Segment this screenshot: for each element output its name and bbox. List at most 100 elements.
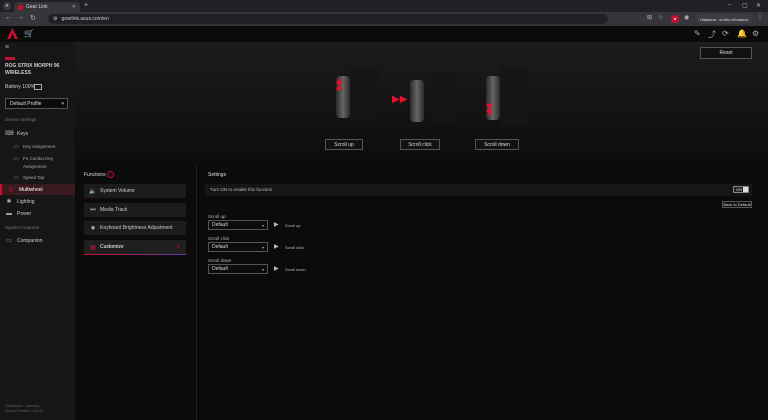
sidebar-item-multiwheel[interactable]: ◎ Multiwheel bbox=[0, 184, 77, 195]
device-name: ROG STRIX MORPH 96 WIRELESS bbox=[5, 63, 60, 76]
wheel-click-graphic bbox=[410, 80, 424, 122]
scroll-click-button[interactable]: Scroll click bbox=[400, 139, 440, 150]
function-label: System Volume bbox=[100, 188, 135, 194]
scroll-up-arrow-icon: ▲ ▲ bbox=[334, 75, 345, 93]
settings-sync-icon[interactable]: ⟳ bbox=[722, 29, 729, 38]
profile-select[interactable]: Default Profile ▾ bbox=[5, 98, 68, 109]
function-system-volume[interactable]: 🔈 System Volume bbox=[84, 184, 186, 198]
select-value: Default bbox=[212, 266, 228, 272]
notification-bell-icon[interactable]: 🔔 bbox=[737, 29, 747, 38]
battery-icon bbox=[34, 84, 42, 90]
sidebar-item-key-assignment[interactable]: ▭ Key Assignment bbox=[0, 144, 75, 150]
forward-icon[interactable]: → bbox=[17, 14, 24, 21]
tab-search-icon[interactable]: ▾ bbox=[3, 2, 11, 10]
customize-icon: ▦ bbox=[90, 244, 96, 251]
collapse-menu-icon[interactable]: ≡ bbox=[5, 44, 9, 51]
chevron-down-icon: ▾ bbox=[261, 244, 264, 250]
app-header: 🛒 ✎ ⤴ ⟳ 🔔 ⚙ bbox=[0, 26, 768, 43]
key-icon: ▭ bbox=[14, 144, 19, 150]
tab-close-icon[interactable]: ✕ bbox=[72, 4, 76, 10]
device-settings-heading: Device Settings bbox=[5, 117, 37, 122]
tab-title: Gear Link bbox=[26, 4, 48, 10]
share-icon[interactable]: ⤴ bbox=[708, 29, 716, 40]
enable-toggle[interactable]: ON bbox=[733, 186, 749, 193]
scroll-down-arrow-icon: ▼ ▼ bbox=[484, 101, 495, 119]
update-button[interactable]: Нажмите, чтобы обновить bbox=[696, 14, 752, 24]
enable-row bbox=[205, 184, 752, 196]
minimize-icon[interactable]: – bbox=[728, 2, 731, 8]
play-icon: ▶ bbox=[274, 266, 279, 272]
sidebar-item-companion[interactable]: ▭ Companion bbox=[0, 235, 75, 246]
sidebar-item-label: Companion bbox=[17, 237, 43, 244]
chevron-down-icon: ▾ bbox=[61, 100, 64, 107]
play-icon: ▶ bbox=[274, 244, 279, 250]
close-window-icon[interactable]: ✕ bbox=[756, 2, 761, 9]
scroll-click-action: Scroll click bbox=[285, 245, 304, 250]
address-bar[interactable]: ⚙ gearlink.asus.com/en bbox=[48, 14, 608, 24]
function-media-track[interactable]: ⏭ Media Track bbox=[84, 203, 186, 217]
rog-device-logo-icon bbox=[5, 57, 15, 60]
scroll-up-select[interactable]: Default ▾ bbox=[208, 220, 268, 230]
sidebar-footer: Companion · Armoury... Current Version: … bbox=[5, 404, 43, 414]
sidebar-item-lighting[interactable]: ✱ Lighting bbox=[0, 196, 75, 207]
url-text: gearlink.asus.com/en bbox=[61, 16, 109, 22]
back-to-default-button[interactable]: Back to Default bbox=[722, 201, 752, 208]
keyboard-icon: ⌨ bbox=[5, 131, 14, 137]
new-tab-icon[interactable]: + bbox=[84, 2, 88, 9]
translate-icon[interactable]: ⊞ bbox=[647, 14, 652, 21]
companion-icon: ▭ bbox=[6, 238, 12, 244]
reset-button[interactable]: Reset bbox=[700, 47, 752, 59]
bookmark-icon[interactable]: ☆ bbox=[658, 14, 663, 21]
scroll-up-label: Scroll up bbox=[208, 214, 226, 219]
function-panel bbox=[75, 162, 768, 420]
power-icon: ▬ bbox=[6, 210, 12, 217]
toggle-state: ON bbox=[736, 187, 742, 192]
sidebar-item-power[interactable]: ▬ Power bbox=[0, 208, 75, 219]
maximize-icon[interactable]: ▢ bbox=[742, 2, 748, 9]
sidebar-item-label: Keys bbox=[17, 130, 29, 137]
media-track-icon: ⏭ bbox=[90, 206, 96, 213]
toggle-knob bbox=[743, 187, 748, 192]
scroll-click-select[interactable]: Default ▾ bbox=[208, 242, 268, 252]
info-icon[interactable]: ! bbox=[107, 171, 114, 178]
button-label: Scroll click bbox=[408, 141, 432, 148]
site-info-icon[interactable]: ⚙ bbox=[53, 16, 57, 22]
profile-icon[interactable]: ◉ bbox=[684, 14, 689, 21]
scroll-up-button[interactable]: Scroll up bbox=[325, 139, 363, 150]
sidebar-item-keys[interactable]: ⌨ Keys bbox=[0, 128, 75, 139]
sidebar-item-fn-combo[interactable]: ▭ Fn Combo Key Assignment bbox=[0, 155, 70, 171]
button-label: Scroll down bbox=[484, 141, 510, 148]
settings-title: Settings bbox=[208, 172, 227, 178]
function-label: Customize bbox=[100, 244, 124, 250]
sidebar-item-label: Fn Combo Key Assignment bbox=[23, 156, 54, 169]
footer-line: Current Version: 1.00.10 bbox=[5, 409, 43, 413]
fn-key-icon: ▭ bbox=[14, 156, 19, 162]
sidebar-item-label: Power bbox=[17, 210, 32, 217]
settings-gear-icon[interactable]: ⚙ bbox=[752, 29, 759, 38]
browser-menu-icon[interactable]: ⋮ bbox=[757, 14, 763, 21]
scroll-down-select[interactable]: Default ▾ bbox=[208, 264, 268, 274]
back-icon[interactable]: ← bbox=[5, 14, 12, 21]
system-features-heading: System Features bbox=[5, 225, 40, 230]
store-icon[interactable]: 🛒 bbox=[24, 29, 34, 38]
key-block bbox=[432, 72, 458, 122]
edit-icon[interactable]: ✎ bbox=[694, 29, 701, 38]
brightness-icon: ✹ bbox=[90, 225, 96, 232]
scroll-down-button[interactable]: Scroll down bbox=[475, 139, 519, 150]
multiwheel-icon: ◎ bbox=[8, 187, 14, 193]
scroll-down-label: Scroll down bbox=[208, 258, 232, 263]
extension-icon[interactable]: ● bbox=[671, 15, 679, 23]
function-customize[interactable]: ▦ Customize ✎ bbox=[84, 240, 186, 255]
selected-underline bbox=[84, 254, 186, 255]
play-icon: ▶ bbox=[274, 222, 279, 228]
select-value: Default bbox=[212, 244, 228, 250]
speed-tap-icon: ▭ bbox=[14, 175, 19, 181]
scroll-down-action: Scroll down bbox=[285, 267, 306, 272]
key-block bbox=[500, 66, 528, 126]
select-value: Default bbox=[212, 222, 228, 228]
sidebar-item-speed-tap[interactable]: ▭ Speed Tap bbox=[0, 175, 75, 181]
function-keyboard-brightness[interactable]: ✹ Keyboard Brightness Adjustment bbox=[84, 221, 186, 235]
reload-icon[interactable]: ↻ bbox=[30, 14, 36, 22]
button-label: Back to Default bbox=[723, 202, 751, 207]
browser-tab[interactable]: Gear Link ✕ bbox=[14, 2, 80, 12]
